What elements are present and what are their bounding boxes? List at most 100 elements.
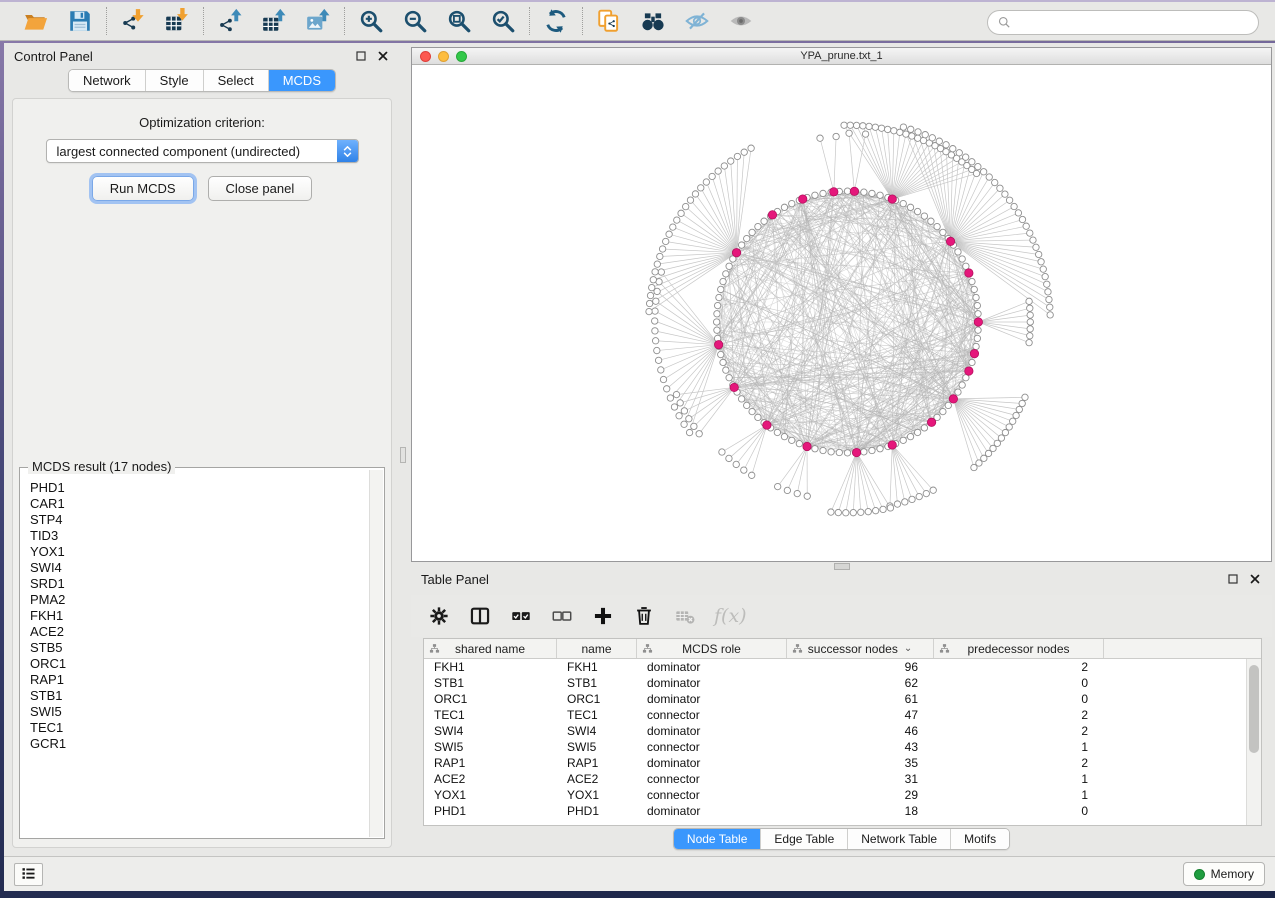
tab-network[interactable]: Network [69,70,145,91]
zoom-selected-icon[interactable] [489,7,517,35]
search-input[interactable] [1013,16,1243,30]
cell-shared-name: FKH1 [424,660,557,674]
tree-icon [792,643,803,657]
table-row[interactable]: SWI5SWI5connector431 [424,739,1246,755]
mcds-result-item[interactable]: STB5 [30,640,368,656]
zoom-out-icon[interactable] [401,7,429,35]
float-panel-icon[interactable] [354,49,368,63]
tab-network-table[interactable]: Network Table [847,829,950,849]
export-table-icon[interactable] [260,7,288,35]
deselect-all-rows-icon[interactable] [550,604,574,628]
table-row[interactable]: RAP1RAP1dominator352 [424,755,1246,771]
show-all-icon[interactable] [727,7,755,35]
mcds-result-item[interactable]: ACE2 [30,624,368,640]
table-row[interactable]: YOX1YOX1connector291 [424,787,1246,803]
export-network-icon[interactable] [216,7,244,35]
criterion-select[interactable]: largest connected component (undirected) [46,139,359,163]
table-row[interactable]: ACE2ACE2connector311 [424,771,1246,787]
import-network-icon[interactable] [119,7,147,35]
table-row[interactable]: SWI4SWI4dominator462 [424,723,1246,739]
mcds-result-item[interactable]: YOX1 [30,544,368,560]
float-table-panel-icon[interactable] [1226,572,1240,586]
mcds-result-item[interactable]: PHD1 [30,480,368,496]
column-header-predecessor-nodes[interactable]: predecessor nodes [934,639,1104,658]
delete-column-icon[interactable] [632,604,656,628]
status-bar: Memory [4,856,1275,891]
tab-edge-table[interactable]: Edge Table [760,829,847,849]
cell-MCDS-role: dominator [637,804,787,818]
mcds-result-item[interactable]: SWI4 [30,560,368,576]
cell-predecessor-nodes: 2 [934,708,1104,722]
cell-successor-nodes: 31 [787,772,934,786]
mcds-result-item[interactable]: STB1 [30,688,368,704]
column-header-name[interactable]: name [557,639,637,658]
tree-icon [429,643,440,657]
scrollbar-thumb[interactable] [1249,665,1259,753]
tab-style[interactable]: Style [145,70,203,91]
mcds-result-item[interactable]: CAR1 [30,496,368,512]
open-session-icon[interactable] [22,7,50,35]
table-row[interactable]: ORC1ORC1dominator610 [424,691,1246,707]
mcds-result-item[interactable]: SWI5 [30,704,368,720]
column-header-successor-nodes[interactable]: successor nodes⌄ [787,639,934,658]
mcds-result-item[interactable]: SRD1 [30,576,368,592]
mcds-result-list[interactable]: PHD1CAR1STP4TID3YOX1SWI4SRD1PMA2FKH1ACE2… [21,470,368,837]
column-layout-icon[interactable] [468,604,492,628]
select-all-rows-icon[interactable] [509,604,533,628]
table-settings-gear-icon[interactable] [427,604,451,628]
table-splitter-handle-icon[interactable] [834,563,850,570]
tab-mcds[interactable]: MCDS [268,70,335,91]
cell-MCDS-role: connector [637,708,787,722]
table-row[interactable]: FKH1FKH1dominator962 [424,659,1246,675]
cell-name: PHD1 [557,804,637,818]
mcds-result-item[interactable]: GCR1 [30,736,368,752]
mcds-result-item[interactable]: FKH1 [30,608,368,624]
tab-select[interactable]: Select [203,70,268,91]
table-panel: Table Panel f(x) shared namenameMCDS rol… [411,566,1272,856]
column-header-shared-name[interactable]: shared name [424,639,557,658]
splitter-handle-icon[interactable] [400,447,406,463]
task-history-button[interactable] [14,863,43,886]
table-scrollbar[interactable] [1246,659,1261,825]
export-image-icon[interactable] [304,7,332,35]
save-session-icon[interactable] [66,7,94,35]
mcds-result-item[interactable]: RAP1 [30,672,368,688]
table-panel-title: Table Panel [421,572,1226,587]
result-scrollbar[interactable] [369,470,383,837]
cell-MCDS-role: dominator [637,756,787,770]
network-canvas[interactable] [412,65,1271,561]
table-row[interactable]: TEC1TEC1connector472 [424,707,1246,723]
import-table-icon[interactable] [163,7,191,35]
cell-successor-nodes: 96 [787,660,934,674]
add-column-icon[interactable] [591,604,615,628]
zoom-fit-icon[interactable] [445,7,473,35]
panel-splitter[interactable] [400,43,407,856]
run-mcds-button[interactable]: Run MCDS [92,176,194,201]
sort-descending-icon[interactable]: ⌄ [904,643,912,654]
mcds-result-item[interactable]: ORC1 [30,656,368,672]
close-panel-icon[interactable] [376,49,390,63]
mcds-result-item[interactable]: STP4 [30,512,368,528]
table-row[interactable]: PHD1PHD1dominator180 [424,803,1246,819]
zoom-in-icon[interactable] [357,7,385,35]
table-row[interactable]: STB1STB1dominator620 [424,675,1246,691]
network-window-titlebar[interactable]: YPA_prune.txt_1 [412,48,1271,65]
search-binoculars-icon[interactable] [639,7,667,35]
tab-node-table[interactable]: Node Table [674,829,761,849]
clone-network-icon[interactable] [595,7,623,35]
memory-button[interactable]: Memory [1183,862,1265,886]
mcds-result-item[interactable]: PMA2 [30,592,368,608]
mcds-result-item[interactable]: TEC1 [30,720,368,736]
refresh-layout-icon[interactable] [542,7,570,35]
column-header-MCDS-role[interactable]: MCDS role [637,639,787,658]
search-box[interactable] [987,10,1259,35]
mcds-result-item[interactable]: TID3 [30,528,368,544]
tab-motifs[interactable]: Motifs [950,829,1009,849]
hide-selected-icon[interactable] [683,7,711,35]
close-panel-button[interactable]: Close panel [208,176,313,201]
network-graph[interactable] [412,65,1271,561]
table-header-row: shared namenameMCDS rolesuccessor nodes⌄… [424,639,1261,659]
cell-predecessor-nodes: 1 [934,740,1104,754]
close-table-panel-icon[interactable] [1248,572,1262,586]
control-panel-title: Control Panel [14,49,354,64]
